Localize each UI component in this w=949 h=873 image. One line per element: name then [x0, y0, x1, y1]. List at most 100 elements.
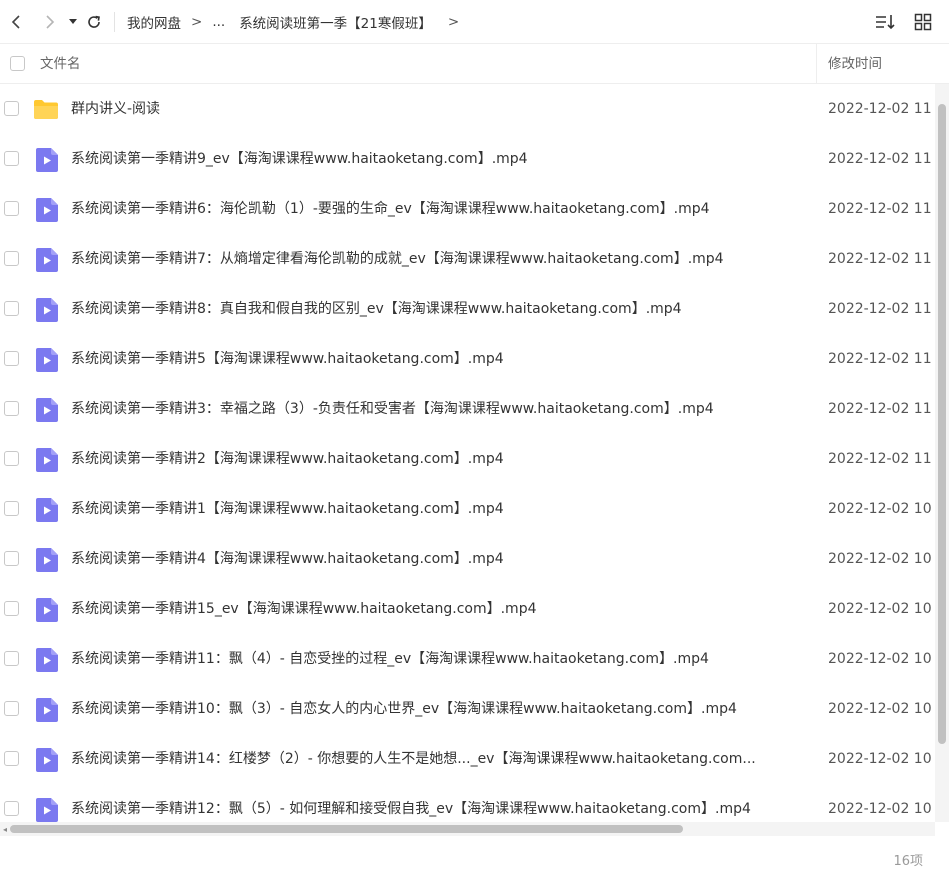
video-file-icon — [36, 548, 58, 572]
file-name[interactable]: 系统阅读第一季精讲10：飘（3）- 自恋女人的内心世界_ev【海淘课课程www.… — [71, 684, 737, 734]
row-checkbox[interactable] — [4, 401, 19, 416]
file-row[interactable]: 系统阅读第一季精讲11：飘（4）- 自恋受挫的过程_ev【海淘课课程www.ha… — [0, 634, 935, 684]
row-checkbox[interactable] — [4, 251, 19, 266]
column-divider[interactable] — [816, 44, 817, 84]
row-checkbox[interactable] — [4, 601, 19, 616]
file-row[interactable]: 系统阅读第一季精讲2【海淘课课程www.haitaoketang.com】.mp… — [0, 434, 935, 484]
history-dropdown-button[interactable] — [64, 0, 82, 44]
video-file-icon — [36, 198, 58, 222]
file-name[interactable]: 系统阅读第一季精讲5【海淘课课程www.haitaoketang.com】.mp… — [71, 334, 504, 384]
refresh-button[interactable] — [82, 0, 106, 44]
file-row[interactable]: 系统阅读第一季精讲9_ev【海淘课课程www.haitaoketang.com】… — [0, 134, 935, 184]
row-checkbox-cell — [4, 651, 19, 666]
file-modified-time: 2022-12-02 11 — [828, 151, 932, 167]
file-row[interactable]: 系统阅读第一季精讲6：海伦凯勒（1）-要强的生命_ev【海淘课课程www.hai… — [0, 184, 935, 234]
row-checkbox[interactable] — [4, 501, 19, 516]
file-name[interactable]: 系统阅读第一季精讲11：飘（4）- 自恋受挫的过程_ev【海淘课课程www.ha… — [71, 634, 709, 684]
row-checkbox-cell — [4, 551, 19, 566]
row-checkbox[interactable] — [4, 201, 19, 216]
video-file-icon — [36, 648, 58, 672]
breadcrumb-root[interactable]: 我的网盘 — [127, 12, 181, 32]
file-modified-time: 2022-12-02 11 — [828, 101, 932, 117]
row-checkbox[interactable] — [4, 301, 19, 316]
row-checkbox[interactable] — [4, 801, 19, 816]
video-file-icon — [36, 698, 58, 722]
row-checkbox-cell — [4, 401, 19, 416]
row-checkbox[interactable] — [4, 751, 19, 766]
row-checkbox[interactable] — [4, 351, 19, 366]
file-name[interactable]: 系统阅读第一季精讲2【海淘课课程www.haitaoketang.com】.mp… — [71, 434, 504, 484]
grid-view-icon — [914, 13, 932, 31]
breadcrumb-current[interactable]: 系统阅读班第一季【21寒假班】 — [239, 12, 432, 32]
breadcrumb-ellipsis[interactable]: ... — [212, 14, 225, 30]
row-checkbox[interactable] — [4, 551, 19, 566]
row-checkbox-cell — [4, 751, 19, 766]
view-tools — [873, 0, 935, 44]
breadcrumb-trailing-separator[interactable]: > — [448, 14, 459, 30]
vertical-scrollbar-thumb[interactable] — [938, 104, 946, 744]
row-checkbox[interactable] — [4, 651, 19, 666]
file-modified-time: 2022-12-02 10 — [828, 501, 932, 517]
video-file-icon — [36, 298, 58, 322]
scroll-left-arrow-icon[interactable]: ◂ — [0, 822, 10, 836]
row-checkbox-cell — [4, 251, 19, 266]
file-modified-time: 2022-12-02 10 — [828, 651, 932, 667]
file-modified-time: 2022-12-02 11 — [828, 301, 932, 317]
video-file-icon — [36, 748, 58, 772]
select-all-checkbox[interactable] — [9, 56, 25, 71]
row-checkbox-cell — [4, 451, 19, 466]
video-file-icon — [36, 148, 58, 172]
row-checkbox-cell — [4, 801, 19, 816]
row-checkbox-cell — [4, 701, 19, 716]
file-row[interactable]: 群内讲义-阅读 2022-12-02 11 — [0, 84, 935, 134]
file-row[interactable]: 系统阅读第一季精讲15_ev【海淘课课程www.haitaoketang.com… — [0, 584, 935, 634]
file-modified-time: 2022-12-02 10 — [828, 751, 932, 767]
item-count: 16项 — [893, 854, 923, 869]
column-time-header[interactable]: 修改时间 — [828, 44, 882, 84]
file-name[interactable]: 系统阅读第一季精讲12：飘（5）- 如何理解和接受假自我_ev【海淘课课程www… — [71, 784, 751, 822]
file-row[interactable]: 系统阅读第一季精讲5【海淘课课程www.haitaoketang.com】.mp… — [0, 334, 935, 384]
top-navigation-bar: 我的网盘 > ... 系统阅读班第一季【21寒假班】 > — [0, 0, 949, 44]
file-row[interactable]: 系统阅读第一季精讲12：飘（5）- 如何理解和接受假自我_ev【海淘课课程www… — [0, 784, 935, 822]
file-row[interactable]: 系统阅读第一季精讲10：飘（3）- 自恋女人的内心世界_ev【海淘课课程www.… — [0, 684, 935, 734]
file-row[interactable]: 系统阅读第一季精讲8：真自我和假自我的区别_ev【海淘课课程www.haitao… — [0, 284, 935, 334]
sort-icon — [876, 15, 895, 30]
breadcrumb-separator: > — [191, 13, 203, 30]
file-modified-time: 2022-12-02 10 — [828, 551, 932, 567]
grid-view-button[interactable] — [911, 10, 935, 34]
file-modified-time: 2022-12-02 11 — [828, 401, 932, 417]
select-all-cell — [0, 56, 30, 71]
file-modified-time: 2022-12-02 11 — [828, 201, 932, 217]
file-row[interactable]: 系统阅读第一季精讲3：幸福之路（3）-负责任和受害者【海淘课课程www.hait… — [0, 384, 935, 434]
column-name-header[interactable]: 文件名 — [40, 44, 81, 84]
sort-button[interactable] — [873, 10, 897, 34]
row-checkbox-cell — [4, 501, 19, 516]
file-name[interactable]: 群内讲义-阅读 — [71, 84, 160, 134]
row-checkbox[interactable] — [4, 701, 19, 716]
file-name[interactable]: 系统阅读第一季精讲3：幸福之路（3）-负责任和受害者【海淘课课程www.hait… — [71, 384, 714, 434]
back-button[interactable] — [2, 0, 30, 44]
file-name[interactable]: 系统阅读第一季精讲9_ev【海淘课课程www.haitaoketang.com】… — [71, 134, 528, 184]
row-checkbox[interactable] — [4, 101, 19, 116]
row-checkbox[interactable] — [4, 451, 19, 466]
horizontal-scrollbar[interactable]: ◂ — [0, 822, 935, 836]
file-name[interactable]: 系统阅读第一季精讲7：从熵增定律看海伦凯勒的成就_ev【海淘课课程www.hai… — [71, 234, 724, 284]
file-modified-time: 2022-12-02 10 — [828, 701, 932, 717]
file-row[interactable]: 系统阅读第一季精讲4【海淘课课程www.haitaoketang.com】.mp… — [0, 534, 935, 584]
horizontal-scrollbar-thumb[interactable] — [10, 825, 683, 833]
video-file-icon — [36, 498, 58, 522]
file-name[interactable]: 系统阅读第一季精讲14：红楼梦（2）- 你想要的人生不是她想..._ev【海淘课… — [71, 734, 756, 784]
vertical-scrollbar[interactable] — [935, 84, 949, 822]
video-file-icon — [36, 448, 58, 472]
forward-button[interactable] — [36, 0, 64, 44]
file-row[interactable]: 系统阅读第一季精讲7：从熵增定律看海伦凯勒的成就_ev【海淘课课程www.hai… — [0, 234, 935, 284]
file-name[interactable]: 系统阅读第一季精讲6：海伦凯勒（1）-要强的生命_ev【海淘课课程www.hai… — [71, 184, 710, 234]
file-row[interactable]: 系统阅读第一季精讲1【海淘课课程www.haitaoketang.com】.mp… — [0, 484, 935, 534]
file-name[interactable]: 系统阅读第一季精讲8：真自我和假自我的区别_ev【海淘课课程www.haitao… — [71, 284, 682, 334]
file-name[interactable]: 系统阅读第一季精讲1【海淘课课程www.haitaoketang.com】.mp… — [71, 484, 504, 534]
file-name[interactable]: 系统阅读第一季精讲15_ev【海淘课课程www.haitaoketang.com… — [71, 584, 537, 634]
row-checkbox-cell — [4, 301, 19, 316]
row-checkbox[interactable] — [4, 151, 19, 166]
file-name[interactable]: 系统阅读第一季精讲4【海淘课课程www.haitaoketang.com】.mp… — [71, 534, 504, 584]
file-row[interactable]: 系统阅读第一季精讲14：红楼梦（2）- 你想要的人生不是她想..._ev【海淘课… — [0, 734, 935, 784]
